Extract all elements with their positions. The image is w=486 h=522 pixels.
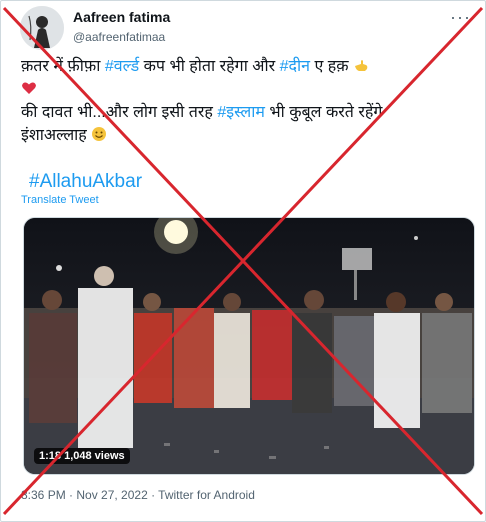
video-views: 1,048 views	[64, 450, 125, 462]
user-handle[interactable]: @aafreenfatimaa	[73, 30, 165, 44]
display-name[interactable]: Aafreen fatima	[73, 9, 170, 25]
avatar-image	[20, 6, 64, 50]
more-options-icon[interactable]: ···	[450, 7, 471, 28]
video-time: 1:18	[39, 450, 62, 462]
hashtag-world[interactable]: #वर्ल्ड	[105, 58, 139, 75]
tweet-text-segment: भी कुबूल करते रहेंगे	[264, 104, 383, 121]
tweet-text-segment: की दावत भी...और लोग इसी तरह	[21, 104, 218, 121]
tweet-line-heart	[21, 78, 461, 101]
tweet-text: क़तर में फ़ीफ़ा #वर्ल्ड कप भी होता रहेगा…	[21, 55, 461, 147]
tweet-text-segment: कप भी होता रहेगा और	[139, 58, 280, 75]
translate-tweet-link[interactable]: Translate Tweet	[21, 194, 99, 206]
avatar[interactable]	[20, 6, 64, 50]
tweet-line-2: की दावत भी...और लोग इसी तरह #इस्लाम भी क…	[21, 101, 461, 124]
hashtag-deen[interactable]: #दीन	[280, 58, 310, 75]
hashtag-islam[interactable]: #इस्लाम	[217, 104, 265, 121]
tweet-card: Aafreen fatima @aafreenfatimaa ··· क़तर …	[0, 0, 486, 522]
tweet-text-segment: ए हक़	[310, 58, 349, 75]
red-heart-emoji-icon	[22, 82, 36, 94]
smiling-face-emoji-icon	[92, 127, 107, 141]
hashtag-allahuakbar[interactable]: #AllahuAkbar	[29, 171, 142, 193]
tweet-text-segment: इंशाअल्लाह	[21, 127, 87, 144]
video-duration-badge: 1:18 1,048 views	[34, 448, 130, 464]
tweet-timestamp[interactable]: 8:36 PM · Nov 27, 2022 · Twitter for And…	[21, 488, 255, 502]
tweet-text-segment: क़तर में फ़ीफ़ा	[21, 58, 105, 75]
pointing-hand-emoji-icon	[355, 60, 368, 71]
tweet-line-3: इंशाअल्लाह	[21, 124, 461, 147]
video-frame	[24, 218, 474, 474]
video-player[interactable]: 1:18 1,048 views	[23, 217, 475, 475]
tweet-line-1: क़तर में फ़ीफ़ा #वर्ल्ड कप भी होता रहेगा…	[21, 55, 461, 78]
